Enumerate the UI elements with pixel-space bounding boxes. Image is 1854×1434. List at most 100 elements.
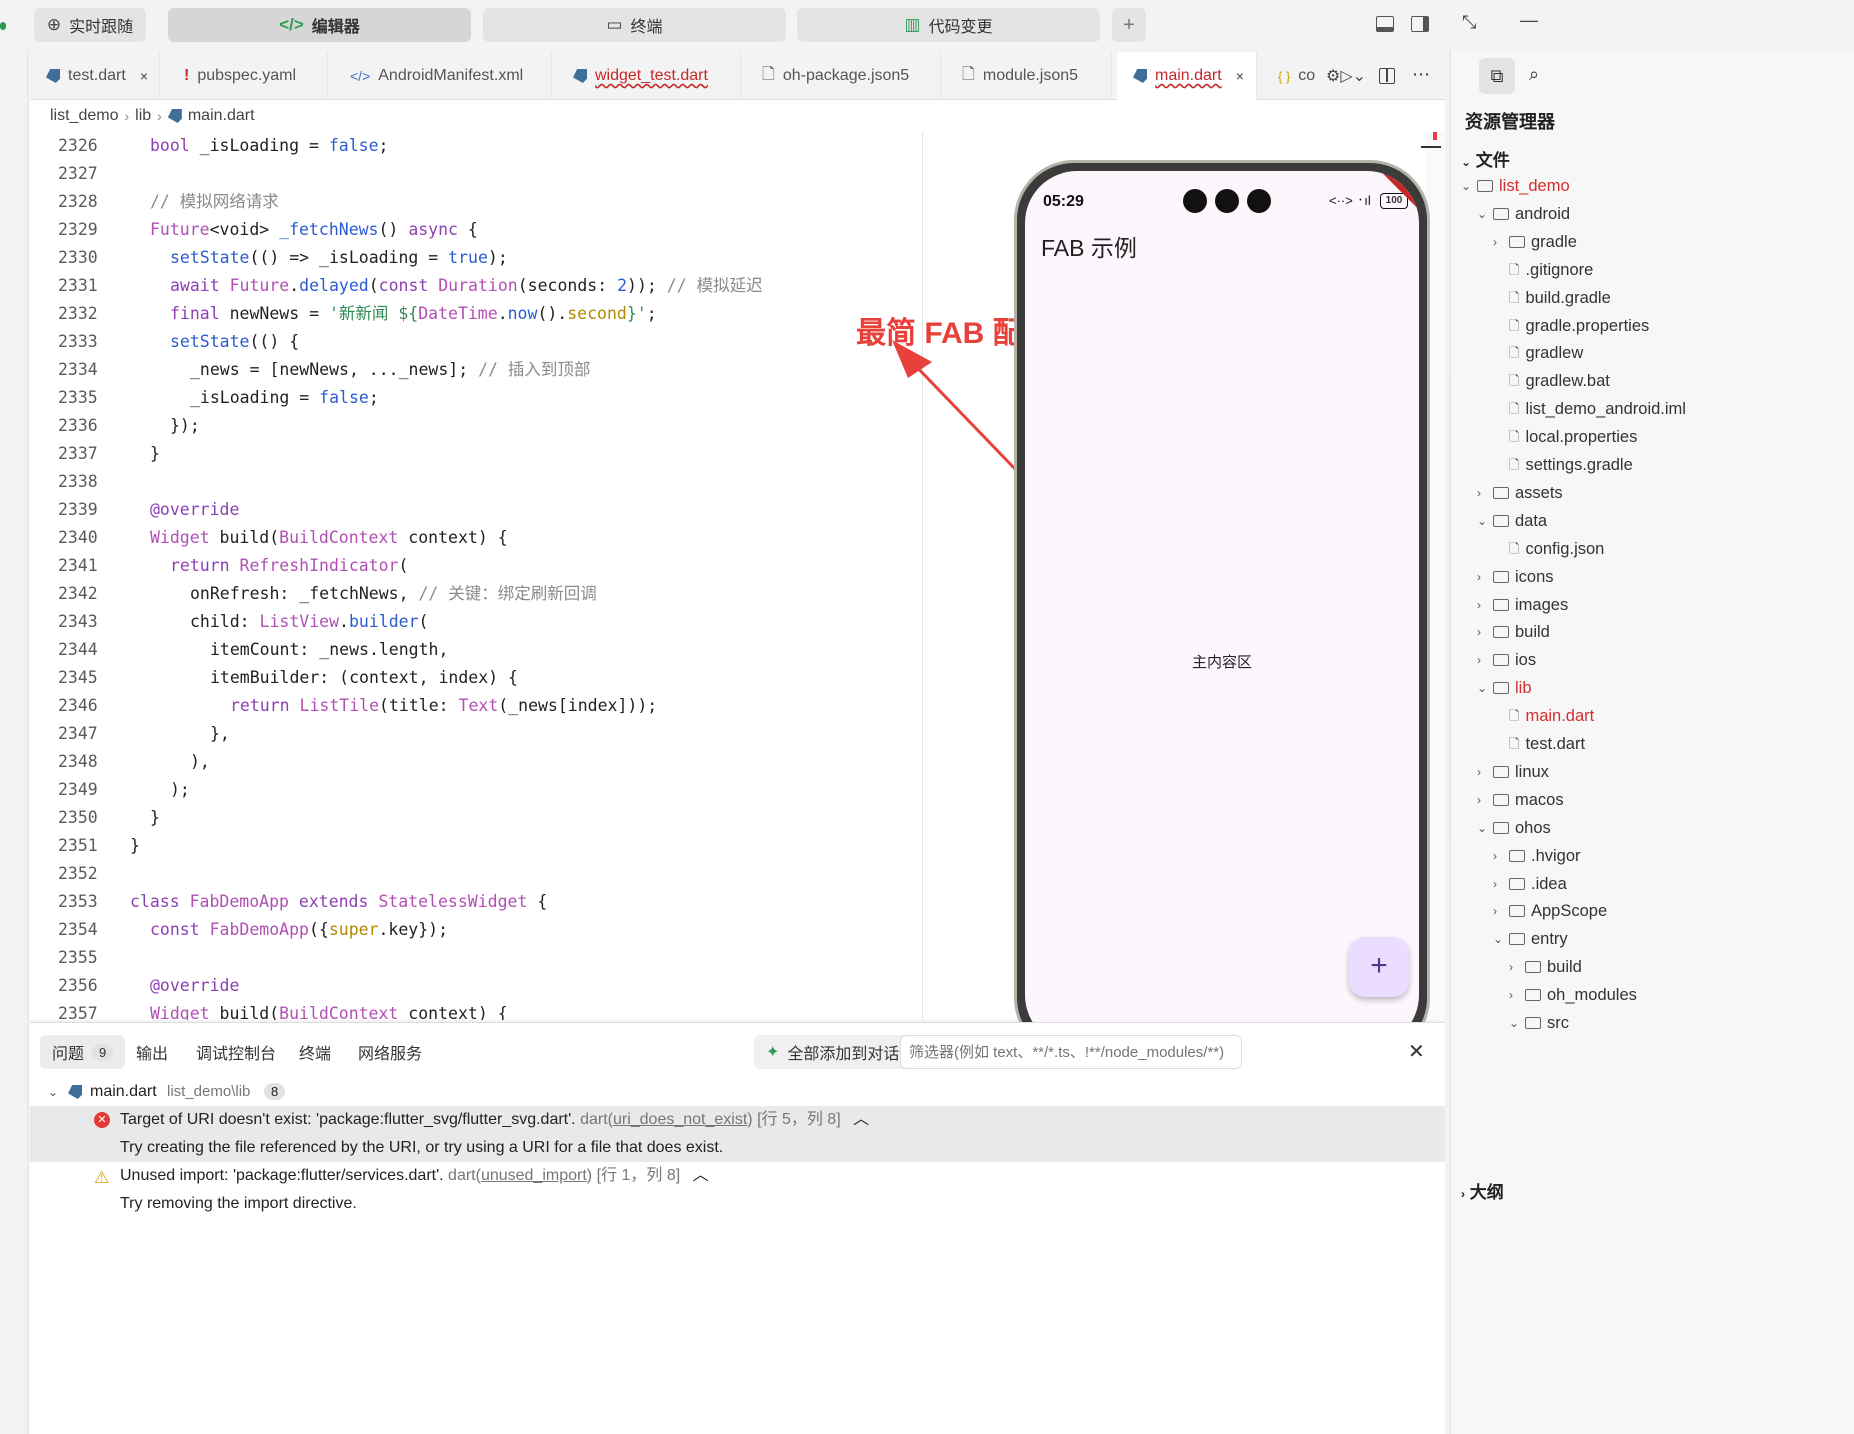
add-mode-button[interactable]: + xyxy=(1112,8,1146,42)
code-line[interactable]: 2340 Widget build(BuildContext context) { xyxy=(30,524,930,552)
tree-folder[interactable]: › .idea xyxy=(1493,870,1567,898)
split-editor-icon[interactable] xyxy=(1379,68,1395,84)
search-view-icon[interactable]: ⌕ xyxy=(1529,64,1539,85)
files-section-header[interactable]: ⌄ 文件 xyxy=(1461,146,1510,171)
tree-folder[interactable]: › build xyxy=(1509,953,1582,981)
code-line[interactable]: 2335 _isLoading = false; xyxy=(30,384,930,412)
tab-config[interactable]: { } co xyxy=(1262,52,1324,100)
follow-button[interactable]: ⊕ 实时跟随 xyxy=(34,8,146,42)
toggle-panel-icon[interactable] xyxy=(1376,16,1394,32)
breadcrumb-file[interactable]: main.dart xyxy=(188,107,255,125)
code-line[interactable]: 2336}); xyxy=(30,412,930,440)
tree-file[interactable]: 🗋 main.dart xyxy=(1493,702,1594,730)
problem-file-group[interactable]: ⌄ main.dart list_demo\lib 8 xyxy=(30,1078,1445,1106)
tree-file[interactable]: 🗋 list_demo_android.iml xyxy=(1493,395,1686,423)
tree-folder[interactable]: › ios xyxy=(1477,646,1536,674)
problem-item-warning[interactable]: ⚠ Unused import: 'package:flutter/servic… xyxy=(30,1162,1445,1190)
code-line[interactable]: 2333 setState(() { xyxy=(30,328,930,356)
code-line[interactable]: 2331 await Future.delayed(const Duration(… xyxy=(30,272,930,300)
changes-mode-button[interactable]: ▥ 代码变更 xyxy=(797,8,1100,42)
code-line[interactable]: 2346 return ListTile(title: Text(_news[in… xyxy=(30,692,930,720)
tree-folder[interactable]: ⌄ entry xyxy=(1493,925,1568,953)
code-line[interactable]: 2350} xyxy=(30,804,930,832)
tree-folder[interactable]: ⌄ ohos xyxy=(1477,814,1551,842)
tree-folder[interactable]: › linux xyxy=(1477,758,1549,786)
tree-file[interactable]: 🗋 build.gradle xyxy=(1493,284,1611,312)
tree-folder[interactable]: ⌄ src xyxy=(1509,1009,1569,1037)
chevron-up-icon[interactable]: ︿ xyxy=(693,1167,709,1184)
collapse-icon[interactable]: ⤡ xyxy=(1462,12,1476,33)
tab-network[interactable]: 网络服务 xyxy=(346,1035,434,1069)
tab-module-json[interactable]: 🗋 module.json5 xyxy=(946,52,1112,100)
tree-folder[interactable]: › gradle xyxy=(1493,228,1577,256)
tab-problems[interactable]: 问题 9 xyxy=(40,1035,126,1069)
toggle-sidebar-icon[interactable] xyxy=(1411,16,1429,32)
tab-android-manifest[interactable]: </> AndroidManifest.xml xyxy=(334,52,552,100)
code-line[interactable]: 2334 _news = [newNews, ..._news]; // 插入到顶… xyxy=(30,356,930,384)
filter-input[interactable] xyxy=(900,1035,1242,1069)
code-line[interactable]: 2351} xyxy=(30,832,930,860)
problem-code-link[interactable]: unused_import xyxy=(481,1167,587,1184)
code-line[interactable]: 2354 const FabDemoApp({super.key}); xyxy=(30,916,930,944)
tree-file[interactable]: 🗋 gradlew.bat xyxy=(1493,367,1610,395)
tree-file[interactable]: 🗋 gradlew xyxy=(1493,339,1583,367)
tree-folder[interactable]: ⌄ list_demo xyxy=(1461,172,1570,200)
code-line[interactable]: 2330 setState(() => _isLoading = true); xyxy=(30,244,930,272)
tree-folder[interactable]: › oh_modules xyxy=(1509,981,1637,1009)
code-line[interactable]: 2339 @override xyxy=(30,496,930,524)
tab-test-dart[interactable]: test.dart × xyxy=(30,52,160,100)
tree-folder[interactable]: › icons xyxy=(1477,563,1554,591)
code-line[interactable]: 2327 xyxy=(30,160,930,188)
code-line[interactable]: 2356 @override xyxy=(30,972,930,1000)
fab-button[interactable]: + xyxy=(1349,937,1409,997)
tree-folder[interactable]: › macos xyxy=(1477,786,1564,814)
tree-folder[interactable]: › assets xyxy=(1477,479,1563,507)
code-line[interactable]: 2357 Widget build(BuildContext context) { xyxy=(30,1000,930,1020)
tree-folder[interactable]: ⌄ lib xyxy=(1477,674,1532,702)
tree-folder[interactable]: › images xyxy=(1477,591,1568,619)
tab-oh-package[interactable]: 🗋 oh-package.json5 xyxy=(746,52,941,100)
tab-widget-test[interactable]: widget_test.dart xyxy=(557,52,741,100)
run-icon[interactable]: ⚙▷⌄ xyxy=(1326,66,1366,86)
code-line[interactable]: 2341 return RefreshIndicator( xyxy=(30,552,930,580)
code-line[interactable]: 2344 itemCount: _news.length, xyxy=(30,636,930,664)
code-line[interactable]: 2352 xyxy=(30,860,930,888)
tree-folder[interactable]: › .hvigor xyxy=(1493,842,1581,870)
close-icon[interactable]: × xyxy=(140,68,148,84)
files-view-icon[interactable]: ⧉ xyxy=(1479,58,1515,94)
breadcrumb-project[interactable]: list_demo xyxy=(50,107,118,125)
tree-file[interactable]: 🗋 settings.gradle xyxy=(1493,451,1633,479)
tab-main-dart[interactable]: main.dart × xyxy=(1117,52,1257,100)
code-line[interactable]: 2349); xyxy=(30,776,930,804)
code-line[interactable]: 2347}, xyxy=(30,720,930,748)
tab-output[interactable]: 输出 xyxy=(124,1035,180,1069)
tree-folder[interactable]: › build xyxy=(1477,618,1550,646)
code-line[interactable]: 2353 class FabDemoApp extends StatelessWi… xyxy=(30,888,930,916)
tab-pubspec[interactable]: ! pubspec.yaml xyxy=(168,52,328,100)
breadcrumb-folder[interactable]: lib xyxy=(135,107,151,125)
code-line[interactable]: 2332 final newNews = '新新闻 ${DateTime.now(… xyxy=(30,300,930,328)
tree-file[interactable]: 🗋 gradle.properties xyxy=(1493,312,1649,340)
tree-file[interactable]: 🗋 .gitignore xyxy=(1493,256,1593,284)
code-line[interactable]: 2348), xyxy=(30,748,930,776)
code-line[interactable]: 2343 child: ListView.builder( xyxy=(30,608,930,636)
terminal-mode-button[interactable]: ▭ 终端 xyxy=(483,8,786,42)
editor-mode-button[interactable]: </> 编辑器 xyxy=(168,8,471,42)
code-line[interactable]: 2342 onRefresh: _fetchNews, // 关键：绑定刷新回调 xyxy=(30,580,930,608)
problem-item-error[interactable]: ✕ Target of URI doesn't exist: 'package:… xyxy=(30,1106,1445,1134)
problem-code-link[interactable]: uri_does_not_exist xyxy=(613,1111,747,1128)
outline-section-header[interactable]: › 大纲 xyxy=(1461,1178,1504,1203)
tree-file[interactable]: 🗋 local.properties xyxy=(1493,423,1637,451)
tree-folder[interactable]: › AppScope xyxy=(1493,897,1607,925)
close-icon[interactable]: × xyxy=(1236,68,1244,84)
code-line[interactable]: 2345 itemBuilder: (context, index) { xyxy=(30,664,930,692)
tree-file[interactable]: 🗋 config.json xyxy=(1493,535,1604,563)
code-line[interactable]: 2355 xyxy=(30,944,930,972)
tree-folder[interactable]: ⌄ data xyxy=(1477,507,1547,535)
code-line[interactable]: 2338 xyxy=(30,468,930,496)
tab-debug-console[interactable]: 调试控制台 xyxy=(184,1035,288,1069)
minimize-button[interactable]: — xyxy=(1520,10,1538,31)
code-line[interactable]: 2326 bool _isLoading = false; xyxy=(30,132,930,160)
chevron-up-icon[interactable]: ︿ xyxy=(853,1111,869,1128)
tree-file[interactable]: 🗋 test.dart xyxy=(1493,730,1585,758)
